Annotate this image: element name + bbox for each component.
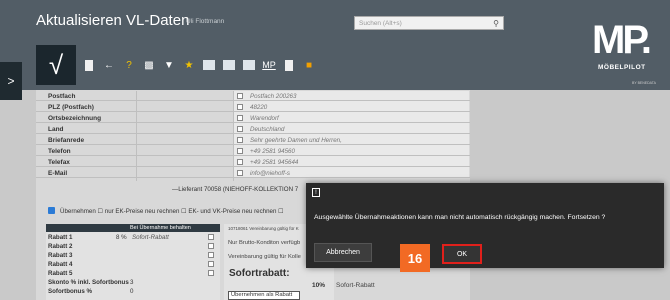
condition-line: 10718061 Vereinbarung gültig für K [228,226,299,231]
logo-name: MÖBELPILOT [598,64,646,71]
rabatt-label: Rabatt 1 [48,234,73,241]
rabatt-label: Rabatt 5 [48,270,73,277]
field-value: Warendorf [250,115,279,122]
chevron-right-icon: > [7,74,15,88]
warning-icon: ! [312,188,320,197]
field-checkbox[interactable] [237,137,243,143]
logo-mark: MP. [592,18,652,62]
supplier-header: —Lieferant 70058 (NIEHOFF-KOLLEKTION 7 [172,186,299,193]
rabatt-label: Skonto % inkl. Sofortbonus [48,279,129,286]
rabatt-value: Sofort-Rabatt [132,234,169,241]
transfer-icon[interactable] [202,58,216,72]
field-label: PLZ (Postfach) [48,104,94,111]
rabatt-percent: 8 % [116,234,127,241]
keep-rabatt-checkbox[interactable] [208,243,214,249]
help-icon[interactable]: ? [122,58,136,72]
field-value: info@niehoff-s [250,170,290,177]
back-arrow-icon[interactable]: ← [102,58,116,72]
field-label: Telefax [48,159,70,166]
sofortrabatt-label: Sofort-Rabatt [336,282,375,289]
field-checkbox[interactable] [237,126,243,132]
sofortbonus-value: 0 [130,288,134,295]
field-label: Postfach [48,93,76,100]
logo-subtitle: BY BENEDATA [632,81,656,85]
field-label: Telefon [48,148,71,155]
ok-button[interactable]: OK [442,244,482,264]
sofortrabatt-percent: 10% [312,282,326,289]
field-checkbox[interactable] [237,115,243,121]
uebernahme-options[interactable]: Übernehmen ☐ nur EK-Preise neu rechnen ☐… [60,208,284,215]
field-label: Briefanrede [48,137,85,144]
uebernehmen-rabatt-button[interactable]: Übernehmen als Rabatt [228,291,300,300]
sofortrabatt-title: Sofortrabatt: [229,268,290,279]
condition-line: Nur Brutto-Konditon verfügb [228,240,301,246]
field-checkbox[interactable] [237,170,243,176]
field-value: Postfach 200263 [250,93,297,100]
rabatt-header: Bei Übernahme behalten [46,224,220,232]
field-value: 48220 [250,104,268,111]
rabatt-label: Sofortbonus % [48,288,92,295]
toolbar: √ ← ? ▩ ▼ ★ MP ■ [36,44,316,86]
keep-rabatt-checkbox[interactable] [208,252,214,258]
cancel-button[interactable]: Abbrechen [314,243,372,262]
field-checkbox[interactable] [237,159,243,165]
condition-line: Vereinbarung gültig für Kolle [228,254,301,260]
search-input[interactable]: Suchen (Alt+s) ⚲ [354,16,504,30]
field-value: +49 2581 945644 [250,159,299,166]
new-document-icon[interactable] [82,58,96,72]
rabatt-label: Rabatt 3 [48,252,73,259]
delete-icon[interactable]: ▩ [142,58,156,72]
field-value: Sehr geehrte Damen und Herren, [250,137,342,144]
favorite-icon[interactable]: ★ [182,58,196,72]
side-panel-toggle[interactable]: > [0,62,22,100]
field-value: +49 2581 94560 [250,148,295,155]
rabatt-header-label: Bei Übernahme behalten [130,225,191,231]
field-value: Deutschland [250,126,285,133]
skonto-value: 3 [130,279,134,286]
file-icon[interactable] [282,58,296,72]
uebernehmen-checkbox[interactable] [48,207,55,214]
rabatt-label: Rabatt 4 [48,261,73,268]
dialog-message: Ausgewählte Übernahmeaktionen kann man n… [314,214,606,221]
confirm-button[interactable]: √ [36,45,76,85]
filter-icon[interactable]: ▼ [162,58,176,72]
image-icon[interactable] [222,58,236,72]
user-name: Uli Flottmann [186,18,225,25]
field-label: Land [48,126,64,133]
image-alt-icon[interactable] [242,58,256,72]
search-icon[interactable]: ⚲ [493,19,499,28]
field-label: Ortsbezeichnung [48,115,102,122]
field-label: E-Mail [48,170,68,177]
step-badge: 16 [400,244,430,272]
keep-rabatt-checkbox[interactable] [208,261,214,267]
field-checkbox[interactable] [237,93,243,99]
keep-rabatt-checkbox[interactable] [208,270,214,276]
search-placeholder: Suchen (Alt+s) [359,20,402,27]
rabatt-label: Rabatt 2 [48,243,73,250]
field-checkbox[interactable] [237,104,243,110]
keep-rabatt-checkbox[interactable] [208,234,214,240]
page-title: Aktualisieren VL-Daten [36,12,190,29]
mp-link-icon[interactable]: MP [262,58,276,72]
bookmark-icon[interactable]: ■ [302,58,316,72]
field-checkbox[interactable] [237,148,243,154]
